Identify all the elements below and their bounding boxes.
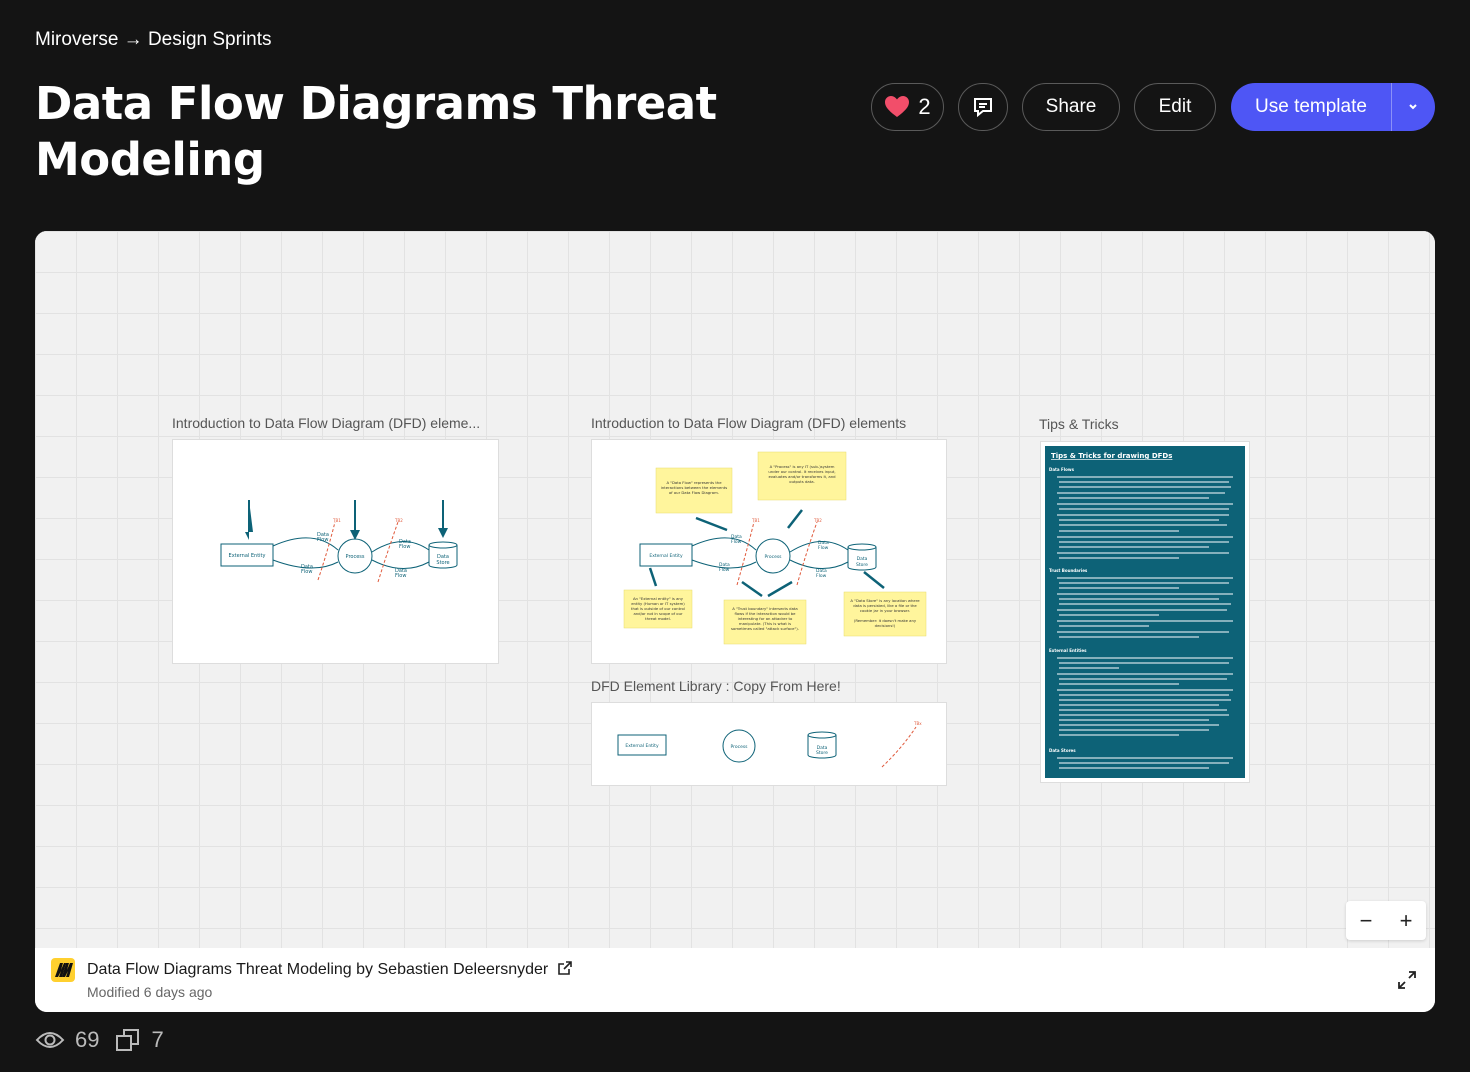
svg-text:Data Stores: Data Stores — [1049, 748, 1076, 753]
like-count: 2 — [918, 94, 931, 119]
svg-text:Flow: Flow — [719, 567, 730, 573]
frame-label-library: DFD Element Library : Copy From Here! — [591, 678, 841, 694]
tips-document: Tips & Tricks for drawing DFDs Data Flow… — [1049, 452, 1233, 769]
button-divider — [1391, 83, 1392, 131]
board-title: Data Flow Diagrams Threat Modeling by Se… — [87, 961, 549, 978]
svg-text:TB2: TB2 — [394, 518, 403, 523]
svg-text:Process: Process — [346, 554, 365, 560]
comment-icon — [974, 98, 992, 118]
svg-text:Store: Store — [856, 562, 868, 568]
svg-text:Flow: Flow — [317, 537, 328, 543]
miro-logo — [51, 958, 75, 982]
board-footer: Data Flow Diagrams Threat Modeling by Se… — [35, 948, 1435, 1012]
svg-text:Flow: Flow — [301, 569, 312, 575]
svg-text:Flow: Flow — [395, 573, 406, 579]
modified-date: Modified 6 days ago — [87, 984, 213, 1000]
frame-element-library[interactable]: External Entity Process Data Store TBx — [591, 702, 947, 786]
svg-text:Store: Store — [816, 750, 828, 756]
edit-button[interactable]: Edit — [1134, 83, 1216, 131]
zoom-controls: − + — [1346, 901, 1426, 940]
external-link-icon — [557, 961, 572, 975]
frame-tips-tricks[interactable]: Tips & Tricks for drawing DFDs Data Flow… — [1040, 441, 1250, 783]
use-template-button[interactable]: Use template — [1231, 83, 1435, 131]
board-preview[interactable]: Introduction to Data Flow Diagram (DFD) … — [35, 231, 1435, 1012]
svg-text:outputs data.: outputs data. — [789, 479, 814, 484]
expand-icon[interactable] — [1397, 970, 1417, 990]
page-title: Data Flow Diagrams Threat Modeling — [35, 77, 717, 186]
svg-text:Trust Boundaries: Trust Boundaries — [1049, 568, 1088, 573]
frame-intro-1[interactable]: External Entity Process Data Store Data F… — [172, 439, 499, 664]
svg-text:of our Data Flow Diagram.: of our Data Flow Diagram. — [669, 490, 719, 495]
svg-text:External Entity: External Entity — [625, 743, 659, 749]
svg-text:TB1: TB1 — [332, 518, 341, 523]
eye-icon — [35, 1032, 65, 1048]
zoom-in-button[interactable]: + — [1389, 909, 1423, 932]
svg-text:External Entity: External Entity — [229, 553, 266, 559]
svg-text:Process: Process — [730, 744, 748, 750]
svg-text:sometimes called "attack surfa: sometimes called "attack surface"). — [731, 626, 799, 631]
frame-label-tips: Tips & Tricks — [1039, 416, 1119, 432]
zoom-out-button[interactable]: − — [1349, 909, 1383, 932]
svg-text:decisions!): decisions!) — [875, 623, 896, 628]
comment-button[interactable] — [958, 83, 1008, 131]
svg-text:External Entity: External Entity — [649, 553, 683, 559]
svg-text:Data Flows: Data Flows — [1049, 467, 1075, 472]
svg-text:Store: Store — [436, 560, 449, 566]
heart-icon — [885, 96, 910, 117]
svg-text:Flow: Flow — [731, 539, 742, 545]
frame-label-intro-2: Introduction to Data Flow Diagram (DFD) … — [591, 415, 907, 431]
dfd-annotated-diagram: External Entity Process Data Store DataF… — [623, 451, 927, 645]
breadcrumb[interactable]: Miroverse → Design Sprints — [35, 29, 272, 51]
dfd-element-library: External Entity Process Data Store TBx — [617, 721, 922, 768]
svg-text:Flow: Flow — [816, 573, 827, 579]
copy-icon — [116, 1029, 140, 1051]
board-title-link[interactable]: Data Flow Diagrams Threat Modeling by Se… — [87, 961, 572, 979]
svg-text:TBx: TBx — [913, 721, 922, 726]
board-canvas[interactable]: Introduction to Data Flow Diagram (DFD) … — [35, 231, 1435, 948]
svg-text:Process: Process — [764, 554, 782, 560]
like-button[interactable]: 2 — [871, 83, 944, 131]
svg-text:threat model.: threat model. — [645, 616, 671, 621]
svg-text:External Entities: External Entities — [1049, 648, 1087, 653]
svg-text:Tips & Tricks for drawing DFDs: Tips & Tricks for drawing DFDs — [1051, 452, 1172, 460]
svg-text:cookie jar in your browser.: cookie jar in your browser. — [860, 608, 910, 613]
svg-text:Data: Data — [857, 556, 868, 562]
view-count: 69 — [75, 1027, 100, 1052]
svg-text:TB1: TB1 — [751, 518, 760, 523]
use-template-label: Use template — [1255, 96, 1367, 117]
chevron-down-icon[interactable] — [1404, 97, 1422, 115]
frame-label-intro-1: Introduction to Data Flow Diagram (DFD) … — [172, 415, 481, 431]
svg-text:Flow: Flow — [399, 544, 410, 550]
share-button[interactable]: Share — [1022, 83, 1120, 131]
copy-count: 7 — [151, 1027, 164, 1052]
frame-intro-2[interactable]: External Entity Process Data Store Data F… — [591, 439, 947, 664]
stats-bar: 69 7 — [35, 1027, 164, 1053]
dfd-diagram: External Entity Process Data Store DataF… — [220, 500, 458, 583]
svg-text:Flow: Flow — [818, 545, 829, 551]
svg-text:TB2: TB2 — [813, 518, 822, 523]
